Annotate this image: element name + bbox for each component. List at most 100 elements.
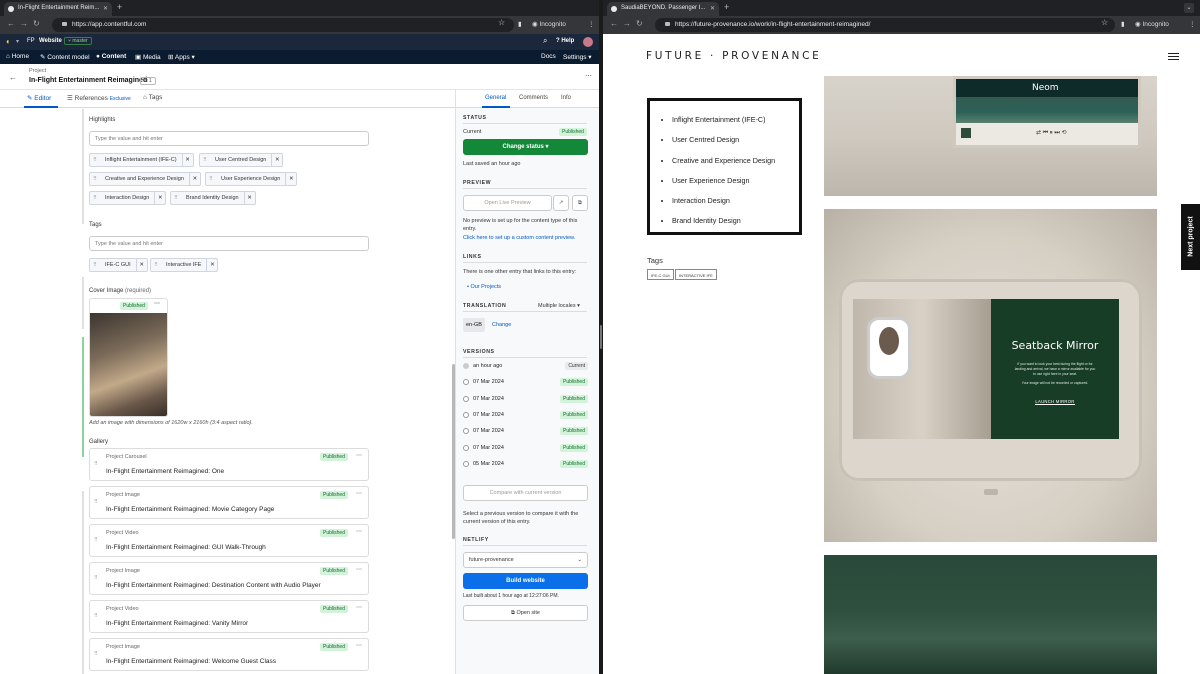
url-field[interactable]: https://app.contentful.com <box>52 18 514 32</box>
next-project-button[interactable]: Next project <box>1181 204 1200 270</box>
gallery-item[interactable]: ⠿ Project Image In-Flight Entertainment Re… <box>89 486 369 519</box>
version-radio[interactable] <box>463 444 469 451</box>
remove-icon[interactable]: ✕ <box>206 259 217 271</box>
version-radio[interactable] <box>463 363 469 369</box>
linked-entry-link[interactable]: • Our Projects <box>467 284 501 290</box>
drag-handle-icon[interactable]: ⠿ <box>94 613 98 619</box>
site-tag[interactable]: IFE-C GUI <box>647 269 674 280</box>
version-radio[interactable] <box>463 379 469 386</box>
card-more-icon[interactable]: ⋯ <box>356 490 362 497</box>
help-button[interactable]: ? Help <box>556 38 574 44</box>
drag-handle-icon[interactable]: ⠿ <box>94 461 98 467</box>
version-row[interactable]: 07 Mar 2024 Published <box>463 425 588 438</box>
card-more-icon[interactable]: ⋯ <box>356 452 362 459</box>
bookmark-star-icon[interactable]: ☆ <box>498 18 505 27</box>
nav-content-model[interactable]: ✎ Content model <box>40 53 90 61</box>
build-website-button[interactable]: Build website <box>463 573 588 589</box>
drag-handle-icon[interactable]: ⠿ <box>90 262 100 268</box>
nav-content[interactable]: ● Content <box>96 53 126 60</box>
tab-tags[interactable]: ⌂ Tags <box>143 94 162 101</box>
drag-handle-icon[interactable]: ⠿ <box>90 157 100 163</box>
version-radio[interactable] <box>463 411 469 418</box>
remove-icon[interactable]: ✕ <box>181 154 193 166</box>
version-row[interactable]: 07 Mar 2024 Published <box>463 376 588 389</box>
site-logo[interactable]: FUTURE · PROVENANCE <box>646 50 821 62</box>
version-row[interactable]: 07 Mar 2024 Published <box>463 409 588 422</box>
highlight-chip[interactable]: ⠿ Brand Identity Design ✕ <box>170 191 256 205</box>
new-tab-icon[interactable]: + <box>117 2 122 12</box>
incognito-label[interactable]: ◉ Incognito <box>532 20 566 28</box>
url-field[interactable]: https://future-provenance.io/work/in-fli… <box>655 18 1115 32</box>
drag-handle-icon[interactable]: ⠿ <box>94 537 98 543</box>
change-locale-link[interactable]: Change <box>492 322 511 328</box>
drag-handle-icon[interactable]: ⠿ <box>206 176 216 182</box>
browser-tab[interactable]: SaudiaBEYOND. Passenger I... ✕ <box>607 2 719 16</box>
version-row[interactable]: an hour ago Current <box>463 360 588 373</box>
drag-handle-icon[interactable]: ⠿ <box>90 195 100 201</box>
nav-home[interactable]: ⌂ Home <box>6 53 29 60</box>
card-more-icon[interactable]: ⋯ <box>356 642 362 649</box>
menu-kebab-icon[interactable]: ⋮ <box>1189 20 1196 28</box>
environment-badge[interactable]: ⑂ master <box>64 37 92 45</box>
remove-icon[interactable]: ✕ <box>285 173 296 185</box>
nav-media[interactable]: ▣ Media <box>135 53 161 61</box>
incognito-label[interactable]: ◉ Incognito <box>1135 20 1169 28</box>
highlight-chip[interactable]: ⠿ Interaction Design ✕ <box>89 191 167 205</box>
contentful-logo-icon[interactable]: ◐ <box>6 37 11 46</box>
remove-icon[interactable]: ✕ <box>188 173 200 185</box>
remove-icon[interactable]: ✕ <box>154 192 165 204</box>
open-site-button[interactable]: ⧉ Open site <box>463 605 588 621</box>
nav-settings[interactable]: Settings ▾ <box>563 53 592 61</box>
netlify-site-select[interactable]: future-provenance ⌄ <box>463 552 588 568</box>
hamburger-menu-icon[interactable] <box>1168 53 1179 60</box>
highlight-chip[interactable]: ⠿ User Experience Design ✕ <box>205 172 298 186</box>
close-tab-icon[interactable]: ✕ <box>103 5 108 12</box>
tab-info[interactable]: Info <box>561 95 571 101</box>
card-more-icon[interactable]: ⋯ <box>356 604 362 611</box>
external-link-icon[interactable]: ↗ <box>553 195 569 211</box>
forward-icon[interactable]: → <box>20 19 28 28</box>
tab-general[interactable]: General <box>485 95 506 101</box>
sidebar-icon[interactable]: ▮ <box>518 20 522 28</box>
highlight-chip[interactable]: ⠿ User Centred Design ✕ <box>199 153 284 167</box>
card-more-icon[interactable]: ⋯ <box>154 300 160 307</box>
entry-count-badge[interactable]: ⧉ 1 <box>140 77 156 85</box>
tab-references[interactable]: ☰ References Exclusive <box>67 94 131 102</box>
gallery-item[interactable]: ⠿ Project Video In-Flight Entertainment Re… <box>89 524 369 557</box>
menu-kebab-icon[interactable]: ⋮ <box>588 20 595 28</box>
back-icon[interactable]: ← <box>610 19 618 28</box>
tag-chip[interactable]: ⠿ IFE-C GUI ✕ <box>89 258 148 272</box>
version-radio[interactable] <box>463 460 469 467</box>
gallery-item[interactable]: ⠿ Project Image In-Flight Entertainment Re… <box>89 562 369 595</box>
drag-handle-icon[interactable]: ⠿ <box>90 176 100 182</box>
space-name[interactable]: Website <box>39 38 62 44</box>
sidebar-icon[interactable]: ▮ <box>1121 20 1125 28</box>
card-more-icon[interactable]: ⋯ <box>356 566 362 573</box>
cover-image-card[interactable]: Published ⋯ <box>89 298 168 417</box>
back-icon[interactable]: ← <box>7 19 15 28</box>
remove-icon[interactable]: ✕ <box>135 259 147 271</box>
compare-versions-button[interactable]: Compare with current version <box>463 485 588 501</box>
remove-icon[interactable]: ✕ <box>271 154 282 166</box>
tab-comments[interactable]: Comments <box>519 95 548 101</box>
version-radio[interactable] <box>463 395 469 402</box>
reload-icon[interactable]: ↻ <box>33 19 40 28</box>
drag-handle-icon[interactable]: ⠿ <box>94 651 98 657</box>
version-row[interactable]: 07 Mar 2024 Published <box>463 393 588 406</box>
card-more-icon[interactable]: ⋯ <box>356 528 362 535</box>
highlight-chip[interactable]: ⠿ Creative and Experience Design ✕ <box>89 172 201 186</box>
entry-more-icon[interactable]: ⋯ <box>585 72 592 80</box>
forward-icon[interactable]: → <box>623 19 631 28</box>
drag-handle-icon[interactable]: ⠿ <box>94 499 98 505</box>
back-arrow-icon[interactable]: ← <box>9 73 17 82</box>
space-badge[interactable]: FP <box>27 38 35 44</box>
reload-icon[interactable]: ↻ <box>636 19 643 28</box>
highlight-chip[interactable]: ⠿ Inflight Entertainment (IFE-C) ✕ <box>89 153 194 167</box>
close-tab-icon[interactable]: ✕ <box>710 5 715 12</box>
version-row[interactable]: 07 Mar 2024 Published <box>463 442 588 455</box>
version-row[interactable]: 05 Mar 2024 Published <box>463 458 588 471</box>
divider-grip[interactable] <box>600 325 602 349</box>
locale-dropdown[interactable]: Multiple locales ▾ <box>538 303 580 309</box>
space-menu-icon[interactable]: ▾ <box>16 38 19 45</box>
avatar[interactable] <box>583 37 593 47</box>
